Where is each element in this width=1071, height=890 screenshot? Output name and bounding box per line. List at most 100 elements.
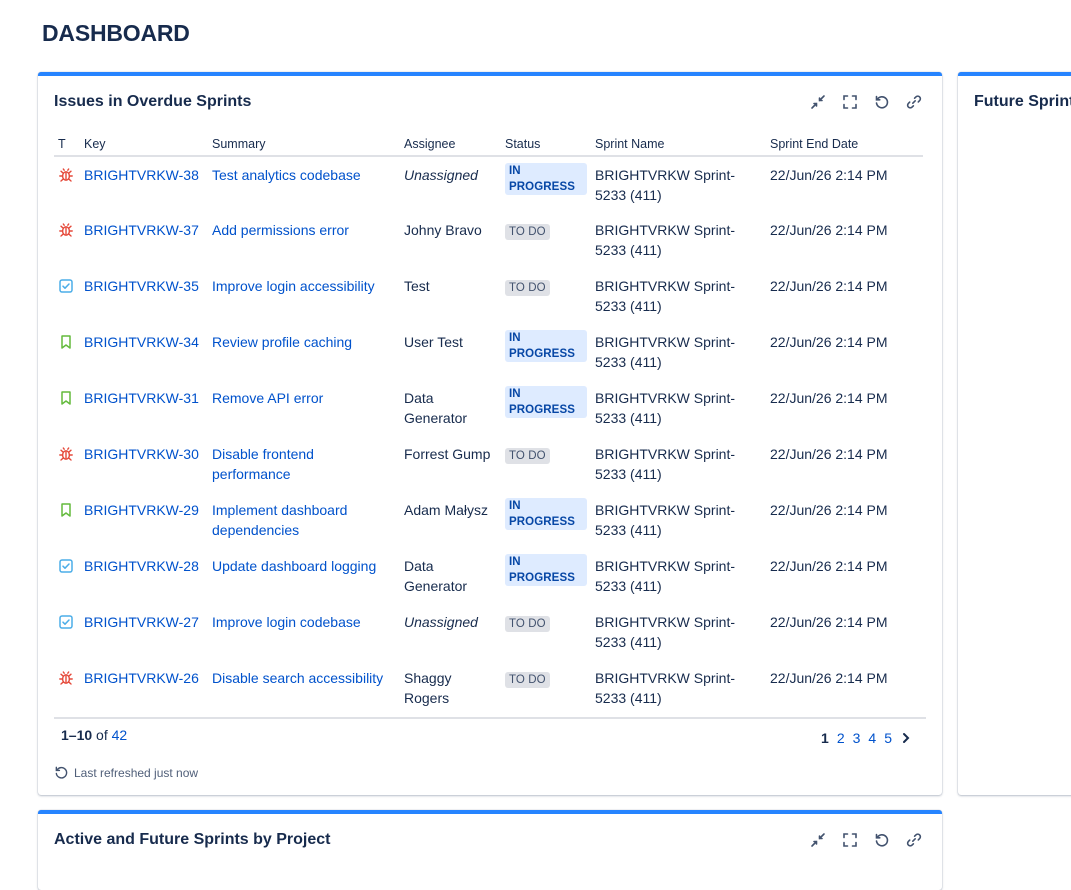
page-title: DASHBOARD: [42, 20, 190, 46]
task-icon: [58, 559, 74, 577]
table-row: BRIGHTVRKW-34 Review profile caching User …: [54, 324, 923, 380]
issue-type-cell: [54, 548, 80, 604]
column-header-sprint-end-date[interactable]: Sprint End Date: [766, 130, 923, 157]
sprint-name: BRIGHTVRKW Sprint-5233 (411): [595, 614, 736, 650]
issue-key-link[interactable]: BRIGHTVRKW-35: [84, 278, 199, 294]
issue-summary-link[interactable]: Disable search accessibility: [212, 670, 383, 686]
gadget-active-future-sprints: Active and Future Sprints by Project: [38, 810, 942, 890]
issue-assignee: Johny Bravo: [404, 222, 482, 238]
issue-type-cell: [54, 604, 80, 660]
table-row: BRIGHTVRKW-30 Disable frontend performanc…: [54, 436, 923, 492]
refresh-small-icon: [55, 766, 68, 779]
issue-type-cell: [54, 324, 80, 380]
issue-key-link[interactable]: BRIGHTVRKW-38: [84, 167, 199, 183]
issue-summary-link[interactable]: Test analytics codebase: [212, 167, 361, 183]
status-badge: IN PROGRESS: [505, 554, 587, 586]
column-header-key[interactable]: Key: [80, 130, 208, 157]
sprint-name: BRIGHTVRKW Sprint-5233 (411): [595, 670, 736, 706]
issue-type-cell: [54, 660, 80, 716]
issue-summary-link[interactable]: Improve login accessibility: [212, 278, 375, 294]
issue-key-link[interactable]: BRIGHTVRKW-27: [84, 614, 199, 630]
column-header-status[interactable]: Status: [501, 130, 591, 157]
status-badge: IN PROGRESS: [505, 163, 587, 195]
table-row: BRIGHTVRKW-31 Remove API error Data Genera…: [54, 380, 923, 436]
maximize-icon[interactable]: [838, 828, 862, 852]
link-icon[interactable]: [902, 90, 926, 114]
gadget-title: Future Sprint: [974, 93, 1071, 110]
status-badge: TO DO: [505, 224, 550, 240]
issue-type-cell: [54, 436, 80, 492]
page-4[interactable]: 4: [868, 730, 876, 746]
issues-table: T Key Summary Assignee Status Sprint Nam…: [54, 130, 923, 716]
story-icon: [58, 391, 74, 409]
status-badge: IN PROGRESS: [505, 498, 587, 530]
gadget-header: Issues in Overdue Sprints: [54, 90, 926, 114]
maximize-icon[interactable]: [838, 90, 862, 114]
sprint-end-date: 22/Jun/26 2:14 PM: [770, 446, 888, 462]
bug-icon: [58, 168, 74, 186]
sprint-end-date: 22/Jun/26 2:14 PM: [770, 614, 888, 630]
status-badge: IN PROGRESS: [505, 386, 587, 418]
issue-summary-link[interactable]: Remove API error: [212, 390, 323, 406]
issue-summary-link[interactable]: Improve login codebase: [212, 614, 361, 630]
issue-summary-link[interactable]: Update dashboard logging: [212, 558, 376, 574]
issue-summary-link[interactable]: Add permissions error: [212, 222, 349, 238]
gadget-title: Issues in Overdue Sprints: [54, 93, 252, 110]
minimize-icon[interactable]: [806, 828, 830, 852]
issue-type-cell: [54, 268, 80, 324]
page-5[interactable]: 5: [884, 730, 892, 746]
issue-key-link[interactable]: BRIGHTVRKW-26: [84, 670, 199, 686]
issue-assignee: Adam Małysz: [404, 502, 489, 518]
sprint-name: BRIGHTVRKW Sprint-5233 (411): [595, 167, 736, 203]
sprint-name: BRIGHTVRKW Sprint-5233 (411): [595, 558, 736, 594]
column-header-type[interactable]: T: [54, 130, 80, 157]
sprint-end-date: 22/Jun/26 2:14 PM: [770, 390, 888, 406]
issue-key-link[interactable]: BRIGHTVRKW-29: [84, 502, 199, 518]
issue-summary-link[interactable]: Disable frontend performance: [212, 446, 314, 482]
column-header-sprint-name[interactable]: Sprint Name: [591, 130, 766, 157]
issue-type-cell: [54, 380, 80, 436]
issue-key-link[interactable]: BRIGHTVRKW-31: [84, 390, 199, 406]
minimize-icon[interactable]: [806, 90, 830, 114]
page-2[interactable]: 2: [837, 730, 845, 746]
column-header-assignee[interactable]: Assignee: [400, 130, 501, 157]
last-refreshed: Last refreshed just now: [54, 765, 198, 780]
next-page-icon[interactable]: [900, 732, 912, 744]
table-divider: [54, 717, 926, 719]
sprint-end-date: 22/Jun/26 2:14 PM: [770, 222, 888, 238]
column-header-summary[interactable]: Summary: [208, 130, 400, 157]
table-row: BRIGHTVRKW-28 Update dashboard logging Dat…: [54, 548, 923, 604]
issue-assignee: Shaggy Rogers: [404, 670, 452, 706]
issue-assignee: Unassigned: [404, 614, 478, 630]
results-count: 1–10 of 42: [61, 727, 127, 743]
issue-summary-link[interactable]: Implement dashboard dependencies: [212, 502, 347, 538]
results-total-link[interactable]: 42: [112, 727, 128, 743]
table-row: BRIGHTVRKW-37 Add permissions error Johny …: [54, 212, 923, 268]
issue-assignee: Data Generator: [404, 558, 468, 594]
gadget-header: Future Sprint: [974, 90, 1071, 114]
gadget-title: Active and Future Sprints by Project: [54, 831, 331, 848]
status-badge: TO DO: [505, 280, 550, 296]
gadget-actions: [806, 90, 926, 114]
page-3[interactable]: 3: [853, 730, 861, 746]
link-icon[interactable]: [902, 828, 926, 852]
sprint-end-date: 22/Jun/26 2:14 PM: [770, 558, 888, 574]
issue-key-link[interactable]: BRIGHTVRKW-37: [84, 222, 199, 238]
issue-key-link[interactable]: BRIGHTVRKW-28: [84, 558, 199, 574]
story-icon: [58, 503, 74, 521]
issue-summary-link[interactable]: Review profile caching: [212, 334, 352, 350]
status-badge: TO DO: [505, 672, 550, 688]
issue-assignee: Unassigned: [404, 167, 478, 183]
page-1[interactable]: 1: [821, 730, 829, 746]
bug-icon: [58, 447, 74, 465]
last-refreshed-text: Last refreshed just now: [74, 765, 199, 780]
refresh-icon[interactable]: [870, 90, 894, 114]
table-row: BRIGHTVRKW-26 Disable search accessibilit…: [54, 660, 923, 716]
issue-key-link[interactable]: BRIGHTVRKW-34: [84, 334, 199, 350]
sprint-end-date: 22/Jun/26 2:14 PM: [770, 502, 888, 518]
gadget-header: Active and Future Sprints by Project: [54, 828, 926, 852]
issue-assignee: Test: [404, 278, 430, 294]
refresh-icon[interactable]: [870, 828, 894, 852]
issue-key-link[interactable]: BRIGHTVRKW-30: [84, 446, 199, 462]
status-badge: IN PROGRESS: [505, 330, 587, 362]
